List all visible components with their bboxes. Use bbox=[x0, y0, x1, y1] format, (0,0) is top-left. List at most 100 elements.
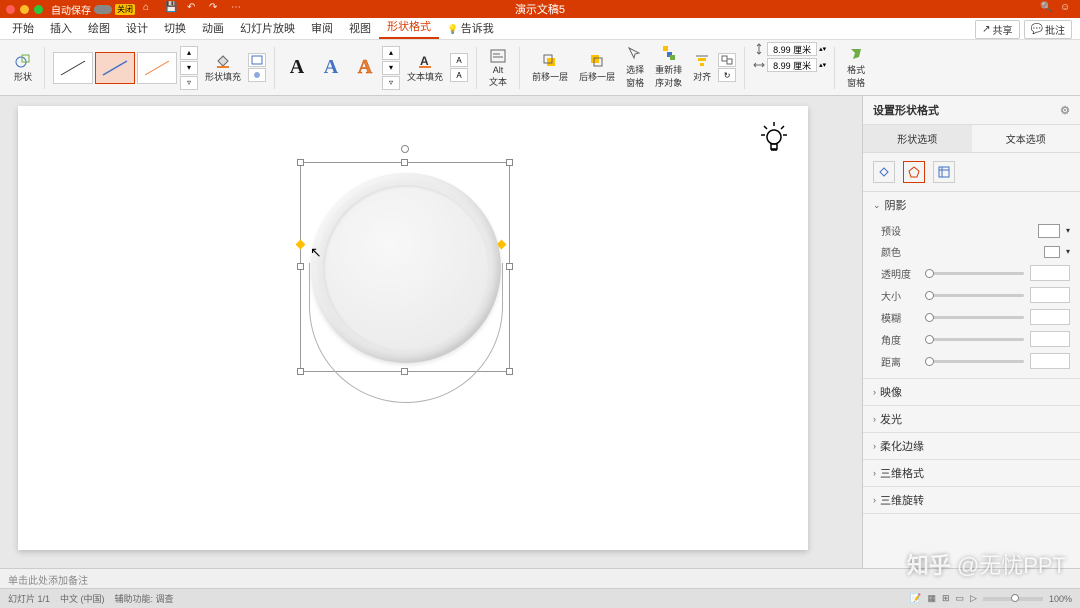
text-effects-icon[interactable]: A bbox=[450, 68, 468, 82]
width-input[interactable]: 8.99 厘米 bbox=[767, 58, 817, 72]
tab-insert[interactable]: 插入 bbox=[42, 17, 80, 39]
style-item-2[interactable] bbox=[95, 52, 135, 84]
resize-handle-sw[interactable] bbox=[297, 368, 304, 375]
section-soft-edges[interactable]: 柔化边缘 bbox=[863, 433, 1080, 459]
category-fill-icon[interactable] bbox=[873, 161, 895, 183]
resize-handle-e[interactable] bbox=[506, 263, 513, 270]
maximize-window-button[interactable] bbox=[34, 5, 43, 14]
tab-slideshow[interactable]: 幻灯片放映 bbox=[232, 17, 303, 39]
size-input[interactable] bbox=[1030, 287, 1070, 303]
redo-icon[interactable]: ↷ bbox=[209, 2, 223, 16]
style-item-1[interactable] bbox=[53, 52, 93, 84]
angle-slider[interactable] bbox=[925, 338, 1024, 341]
shapes-gallery-button[interactable]: 形状 bbox=[10, 51, 36, 85]
close-window-button[interactable] bbox=[6, 5, 15, 14]
group-icon[interactable] bbox=[718, 53, 736, 67]
section-shadow[interactable]: 阴影 bbox=[863, 192, 1080, 218]
resize-handle-ne[interactable] bbox=[506, 159, 513, 166]
style-up-icon[interactable]: ▴ bbox=[180, 46, 198, 60]
style-more-icon[interactable]: ▿ bbox=[180, 76, 198, 90]
designer-icon[interactable] bbox=[758, 120, 790, 154]
canvas-area[interactable]: ↖ bbox=[0, 96, 862, 568]
slideshow-view-icon[interactable]: ▷ bbox=[970, 593, 977, 604]
shadow-preset-picker[interactable] bbox=[1038, 224, 1060, 238]
tab-home[interactable]: 开始 bbox=[4, 17, 42, 39]
shape-effects-icon[interactable] bbox=[248, 68, 266, 82]
selection-box[interactable] bbox=[300, 162, 510, 372]
angle-input[interactable] bbox=[1030, 331, 1070, 347]
slide[interactable]: ↖ bbox=[18, 106, 808, 550]
resize-handle-nw[interactable] bbox=[297, 159, 304, 166]
alt-text-button[interactable]: Alt 文本 bbox=[485, 46, 511, 90]
zoom-value[interactable]: 100% bbox=[1049, 594, 1072, 604]
dropdown-icon[interactable]: ▾ bbox=[1066, 247, 1070, 256]
size-slider[interactable] bbox=[925, 294, 1024, 297]
home-icon[interactable]: ⌂ bbox=[143, 2, 157, 16]
width-field[interactable]: 8.99 厘米 ▴▾ bbox=[753, 58, 826, 72]
tab-animations[interactable]: 动画 bbox=[194, 17, 232, 39]
send-backward-button[interactable]: 后移一层 bbox=[575, 51, 619, 85]
align-button[interactable]: 对齐 bbox=[689, 51, 715, 85]
section-glow[interactable]: 发光 bbox=[863, 406, 1080, 432]
blur-slider[interactable] bbox=[925, 316, 1024, 319]
pane-tab-shape-options[interactable]: 形状选项 bbox=[863, 125, 972, 152]
reading-view-icon[interactable]: ▭ bbox=[956, 593, 965, 604]
section-reflection[interactable]: 映像 bbox=[863, 379, 1080, 405]
stepper-icon[interactable]: ▴▾ bbox=[819, 45, 826, 53]
shape-style-gallery[interactable] bbox=[53, 52, 177, 84]
transparency-slider[interactable] bbox=[925, 272, 1024, 275]
minimize-window-button[interactable] bbox=[20, 5, 29, 14]
shape-outline-icon[interactable] bbox=[248, 53, 266, 67]
normal-view-icon[interactable]: ▦ bbox=[927, 593, 936, 604]
search-icon[interactable]: 🔍 bbox=[1040, 2, 1054, 16]
style-item-3[interactable] bbox=[137, 52, 177, 84]
wordart-1[interactable]: A bbox=[283, 54, 311, 82]
distance-input[interactable] bbox=[1030, 353, 1070, 369]
resize-handle-se[interactable] bbox=[506, 368, 513, 375]
category-size-icon[interactable] bbox=[933, 161, 955, 183]
shape-fill-button[interactable]: 形状填充 bbox=[201, 51, 245, 85]
resize-handle-w[interactable] bbox=[297, 263, 304, 270]
more-icon[interactable]: ⋯ bbox=[231, 2, 245, 16]
tab-review[interactable]: 审阅 bbox=[303, 17, 341, 39]
rotation-handle[interactable] bbox=[401, 145, 409, 153]
section-3d-rotation[interactable]: 三维旋转 bbox=[863, 487, 1080, 513]
section-3d-format[interactable]: 三维格式 bbox=[863, 460, 1080, 486]
tab-transitions[interactable]: 切换 bbox=[156, 17, 194, 39]
tab-shape-format[interactable]: 形状格式 bbox=[379, 15, 439, 39]
style-down-icon[interactable]: ▾ bbox=[180, 61, 198, 75]
autosave-toggle[interactable]: 自动保存 关闭 bbox=[51, 2, 135, 17]
tab-view[interactable]: 视图 bbox=[341, 17, 379, 39]
wordart-up-icon[interactable]: ▴ bbox=[382, 46, 400, 60]
blur-input[interactable] bbox=[1030, 309, 1070, 325]
distance-slider[interactable] bbox=[925, 360, 1024, 363]
wordart-down-icon[interactable]: ▾ bbox=[382, 61, 400, 75]
height-input[interactable]: 8.99 厘米 bbox=[767, 42, 817, 56]
text-fill-button[interactable]: A 文本填充 bbox=[403, 51, 447, 85]
transparency-input[interactable] bbox=[1030, 265, 1070, 281]
stepper-icon[interactable]: ▴▾ bbox=[819, 61, 826, 69]
bring-forward-button[interactable]: 前移一层 bbox=[528, 51, 572, 85]
pane-tab-text-options[interactable]: 文本选项 bbox=[972, 125, 1080, 152]
category-effects-icon[interactable] bbox=[903, 161, 925, 183]
notes-toggle-icon[interactable]: 📝 bbox=[910, 593, 921, 604]
adjust-handle-1[interactable] bbox=[296, 240, 306, 250]
shadow-color-picker[interactable] bbox=[1044, 246, 1060, 258]
autosave-switch[interactable] bbox=[94, 5, 112, 14]
wordart-3[interactable]: A bbox=[351, 54, 379, 82]
wordart-gallery[interactable]: A A A bbox=[283, 54, 379, 82]
tab-tellme[interactable]: 告诉我 bbox=[439, 17, 502, 39]
wordart-more-icon[interactable]: ▿ bbox=[382, 76, 400, 90]
selection-pane-button[interactable]: 选择 窗格 bbox=[622, 44, 648, 91]
rotate-icon[interactable]: ↻ bbox=[718, 68, 736, 82]
wordart-2[interactable]: A bbox=[317, 54, 345, 82]
sorter-view-icon[interactable]: ⊞ bbox=[942, 593, 950, 604]
resize-handle-n[interactable] bbox=[401, 159, 408, 166]
dropdown-icon[interactable]: ▾ bbox=[1066, 226, 1070, 235]
arc-shape[interactable] bbox=[309, 263, 503, 403]
zoom-slider[interactable] bbox=[983, 597, 1043, 601]
undo-icon[interactable]: ↶ bbox=[187, 2, 201, 16]
save-icon[interactable]: 💾 bbox=[165, 2, 179, 16]
text-outline-icon[interactable]: A bbox=[450, 53, 468, 67]
smiley-icon[interactable]: ☺ bbox=[1060, 2, 1074, 16]
